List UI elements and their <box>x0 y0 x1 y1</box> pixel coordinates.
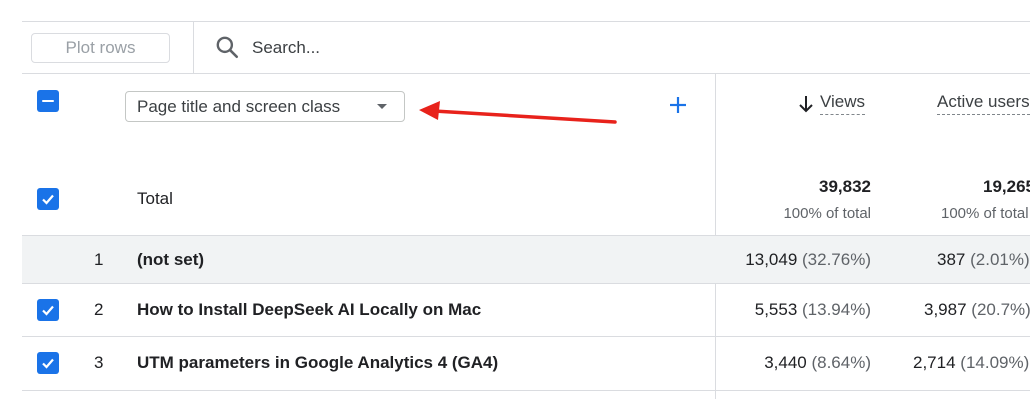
dimension-selector[interactable]: Page title and screen class <box>125 91 405 122</box>
row-title: UTM parameters in Google Analytics 4 (GA… <box>137 353 499 372</box>
search-icon[interactable] <box>214 34 240 60</box>
toolbar-divider <box>193 21 194 73</box>
chevron-down-icon <box>377 104 387 109</box>
total-views: 39,832 <box>819 177 871 196</box>
row-index: 2 <box>94 300 104 319</box>
search-input[interactable] <box>252 33 752 63</box>
column-header-active-users-label: Active users <box>937 92 1030 115</box>
row-divider <box>22 390 1030 391</box>
row-views-value: 13,049 <box>745 250 798 269</box>
total-row-checkbox[interactable] <box>37 188 59 210</box>
indeterminate-dash-icon <box>42 99 54 103</box>
column-header-views[interactable]: Views <box>798 92 866 115</box>
row-views: 5,553 (13.94%) <box>755 300 871 320</box>
row-active-users-value: 3,987 <box>924 300 967 319</box>
row-active-users: 387 (2.01%) <box>937 250 1030 270</box>
plot-rows-button[interactable]: Plot rows <box>31 33 170 63</box>
row-views-percent: (32.76%) <box>802 250 871 269</box>
column-header-views-label: Views <box>820 92 866 115</box>
total-label: Total <box>137 189 173 208</box>
select-all-checkbox[interactable] <box>37 90 59 112</box>
row-index: 3 <box>94 353 104 372</box>
row-title: How to Install DeepSeek AI Locally on Ma… <box>137 300 482 319</box>
row-checkbox[interactable] <box>37 299 59 321</box>
row-active-users-percent: (20.7%) <box>971 300 1030 319</box>
toolbar-top-border <box>22 21 1030 22</box>
dimension-selector-label: Page title and screen class <box>137 96 341 116</box>
row-active-users-percent: (14.09%) <box>960 353 1030 372</box>
row-checkbox[interactable] <box>37 352 59 374</box>
column-header-active-users[interactable]: Active users <box>937 92 1030 115</box>
row-divider <box>22 283 1030 284</box>
row-views: 3,440 (8.64%) <box>764 353 871 373</box>
row-active-users-value: 2,714 <box>913 353 956 372</box>
row-active-users: 3,987 (20.7%) <box>924 300 1030 320</box>
checkmark-icon <box>42 358 54 369</box>
total-views-percent: 100% of total <box>783 205 871 222</box>
row-title: (not set) <box>137 250 205 269</box>
checkmark-icon <box>42 194 54 205</box>
row-views-value: 5,553 <box>754 300 798 319</box>
row-index: 1 <box>94 250 104 269</box>
total-active-users-percent: 100% of total <box>941 205 1029 222</box>
toolbar-bottom-border <box>22 73 1030 74</box>
red-annotation-arrow <box>419 101 617 124</box>
plus-icon[interactable] <box>667 94 689 116</box>
arrow-down-icon <box>799 95 813 112</box>
row-divider <box>22 336 1030 337</box>
row-views-percent: (13.94%) <box>802 300 871 319</box>
row-views-value: 3,440 <box>764 353 807 372</box>
row-active-users: 2,714 (14.09%) <box>913 353 1029 373</box>
row-views: 13,049 (32.76%) <box>745 250 871 270</box>
checkmark-icon <box>42 305 54 316</box>
row-active-users-value: 387 <box>937 250 966 269</box>
total-active-users: 19,265 <box>983 177 1030 196</box>
row-views-percent: (8.64%) <box>811 353 871 372</box>
row-active-users-percent: (2.01%) <box>970 250 1030 269</box>
